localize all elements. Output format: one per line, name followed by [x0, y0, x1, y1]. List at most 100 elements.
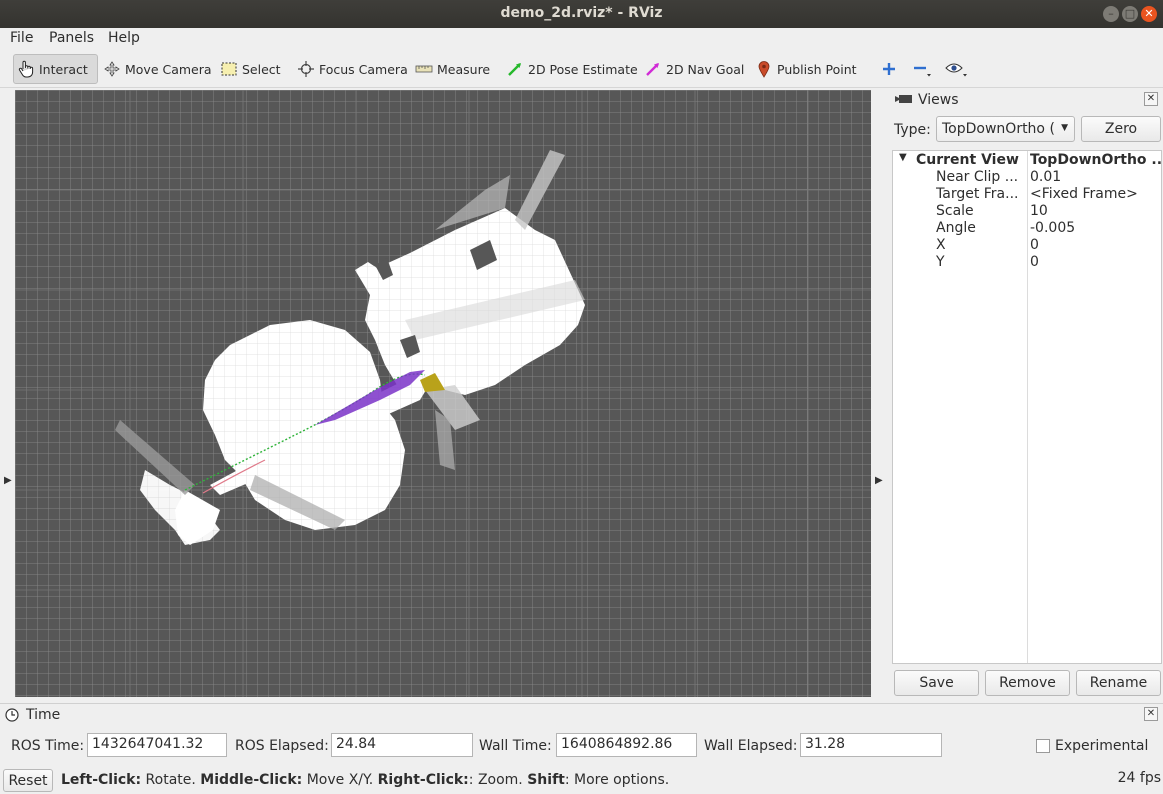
ros-time-label: ROS Time: — [11, 738, 85, 754]
rename-view-button[interactable]: Rename — [1076, 670, 1161, 696]
minus-icon — [913, 60, 931, 78]
experimental-label: Experimental — [1055, 738, 1149, 754]
views-panel-title: Views — [918, 92, 959, 108]
right-click-desc: : Zoom. — [468, 772, 528, 788]
current-view-label: Current View — [916, 152, 1019, 168]
minimize-icon[interactable]: – — [1103, 6, 1119, 22]
views-panel: Views ✕ Type: TopDownOrtho ( ▼ Zero ▼ Cu… — [891, 89, 1163, 699]
reset-button[interactable]: Reset — [3, 769, 53, 792]
toolbar: Interact Move Camera Select Focus Camera… — [0, 50, 1163, 88]
zero-button[interactable]: Zero — [1081, 116, 1161, 142]
map-canvas — [15, 90, 871, 697]
remove-tool-button[interactable] — [913, 54, 935, 84]
right-click-key: Right-Click: — [377, 772, 469, 788]
move-camera-tool-button[interactable]: Move Camera — [103, 54, 212, 84]
maximize-icon[interactable]: □ — [1122, 6, 1138, 22]
close-icon[interactable]: ✕ — [1141, 6, 1157, 22]
2d-pose-estimate-tool-button[interactable]: 2D Pose Estimate — [506, 54, 638, 84]
property-row[interactable]: Angle -0.005 — [893, 220, 1161, 237]
property-value[interactable]: 0 — [1030, 237, 1161, 253]
wall-time-label: Wall Time: — [479, 738, 552, 754]
select-box-icon — [220, 60, 238, 78]
remove-view-button[interactable]: Remove — [985, 670, 1070, 696]
expand-left-icon[interactable]: ▶ — [4, 475, 12, 486]
focus-camera-tool-button[interactable]: Focus Camera — [297, 54, 408, 84]
interact-label: Interact — [39, 61, 88, 77]
wall-elapsed-label: Wall Elapsed: — [704, 738, 798, 754]
right-dock-handle[interactable]: ▶ — [871, 90, 891, 697]
property-key: Target Fra... — [936, 186, 1019, 202]
current-view-value: TopDownOrtho ... — [1030, 152, 1161, 168]
menu-panels[interactable]: Panels — [49, 30, 94, 46]
property-row[interactable]: Scale 10 — [893, 203, 1161, 220]
time-panel: Time ✕ ROS Time: 1432647041.32 ROS Elaps… — [0, 703, 1163, 765]
render-viewport[interactable] — [15, 90, 871, 697]
property-tree: ▼ Current View TopDownOrtho ... Near Cli… — [892, 150, 1162, 664]
select-tool-button[interactable]: Select — [220, 54, 281, 84]
property-value[interactable]: 0 — [1030, 254, 1161, 270]
middle-click-key: Middle-Click: — [200, 772, 303, 788]
magenta-arrow-icon — [644, 60, 662, 78]
shift-key: Shift — [527, 772, 565, 788]
shift-desc: : More options. — [564, 772, 670, 788]
move-camera-label: Move Camera — [125, 61, 212, 77]
property-value[interactable]: 10 — [1030, 203, 1161, 219]
ros-elapsed-label: ROS Elapsed: — [235, 738, 329, 754]
experimental-checkbox[interactable] — [1036, 739, 1050, 753]
focus-camera-label: Focus Camera — [319, 61, 408, 77]
plus-icon — [880, 60, 898, 78]
current-view-row[interactable]: ▼ Current View TopDownOrtho ... — [893, 152, 1161, 169]
add-tool-button[interactable] — [880, 54, 902, 84]
middle-click-desc: Move X/Y. — [302, 772, 378, 788]
left-dock-handle[interactable]: ▶ — [0, 90, 15, 697]
2d-nav-goal-tool-button[interactable]: 2D Nav Goal — [644, 54, 744, 84]
wall-time-field[interactable]: 1640864892.86 — [556, 733, 697, 757]
wall-elapsed-field[interactable]: 31.28 — [800, 733, 942, 757]
camera-icon — [895, 93, 913, 109]
property-value[interactable]: <Fixed Frame> — [1030, 186, 1161, 202]
select-label: Select — [242, 61, 281, 77]
status-hint: Left-Click: Rotate. Middle-Click: Move X… — [61, 772, 669, 788]
measure-tool-button[interactable]: Measure — [415, 54, 490, 84]
hand-pointer-icon — [17, 60, 35, 78]
window-title: demo_2d.rviz* - RViz — [500, 5, 663, 21]
property-key: Y — [936, 254, 945, 270]
collapse-icon[interactable]: ▼ — [899, 152, 907, 163]
measure-label: Measure — [437, 61, 491, 77]
save-view-button[interactable]: Save — [894, 670, 979, 696]
fps-readout: 24 fps — [1117, 770, 1161, 786]
menu-help[interactable]: Help — [108, 30, 140, 46]
property-value[interactable]: 0.01 — [1030, 169, 1161, 185]
property-row[interactable]: X 0 — [893, 237, 1161, 254]
clock-icon — [5, 708, 19, 726]
view-type-value: TopDownOrtho ( — [942, 121, 1055, 137]
2d-pose-estimate-label: 2D Pose Estimate — [528, 61, 638, 77]
move-arrows-icon — [103, 60, 121, 78]
property-row[interactable]: Near Clip ... 0.01 — [893, 169, 1161, 186]
time-panel-title: Time — [26, 707, 61, 723]
2d-nav-goal-label: 2D Nav Goal — [666, 61, 745, 77]
status-bar: Reset Left-Click: Rotate. Middle-Click: … — [0, 766, 1163, 794]
ros-elapsed-field[interactable]: 24.84 — [331, 733, 473, 757]
close-panel-icon[interactable]: ✕ — [1144, 92, 1158, 106]
property-row[interactable]: Y 0 — [893, 254, 1161, 271]
publish-point-tool-button[interactable]: Publish Point — [755, 54, 857, 84]
ruler-icon — [415, 60, 433, 78]
map-pin-icon — [755, 60, 773, 78]
tool-properties-button[interactable] — [945, 54, 973, 84]
crosshair-icon — [297, 60, 315, 78]
views-panel-header: Views ✕ — [891, 89, 1163, 111]
property-key: Angle — [936, 220, 976, 236]
interact-tool-button[interactable]: Interact — [13, 54, 98, 84]
eye-icon — [945, 60, 969, 78]
property-key: Near Clip ... — [936, 169, 1019, 185]
property-value[interactable]: -0.005 — [1030, 220, 1161, 236]
view-type-select[interactable]: TopDownOrtho ( ▼ — [936, 116, 1075, 142]
type-label: Type: — [894, 122, 931, 138]
property-key: Scale — [936, 203, 974, 219]
close-time-panel-icon[interactable]: ✕ — [1144, 707, 1158, 721]
ros-time-field[interactable]: 1432647041.32 — [87, 733, 227, 757]
property-row[interactable]: Target Fra... <Fixed Frame> — [893, 186, 1161, 203]
expand-right-icon[interactable]: ▶ — [875, 475, 883, 486]
menu-file[interactable]: File — [10, 30, 33, 46]
